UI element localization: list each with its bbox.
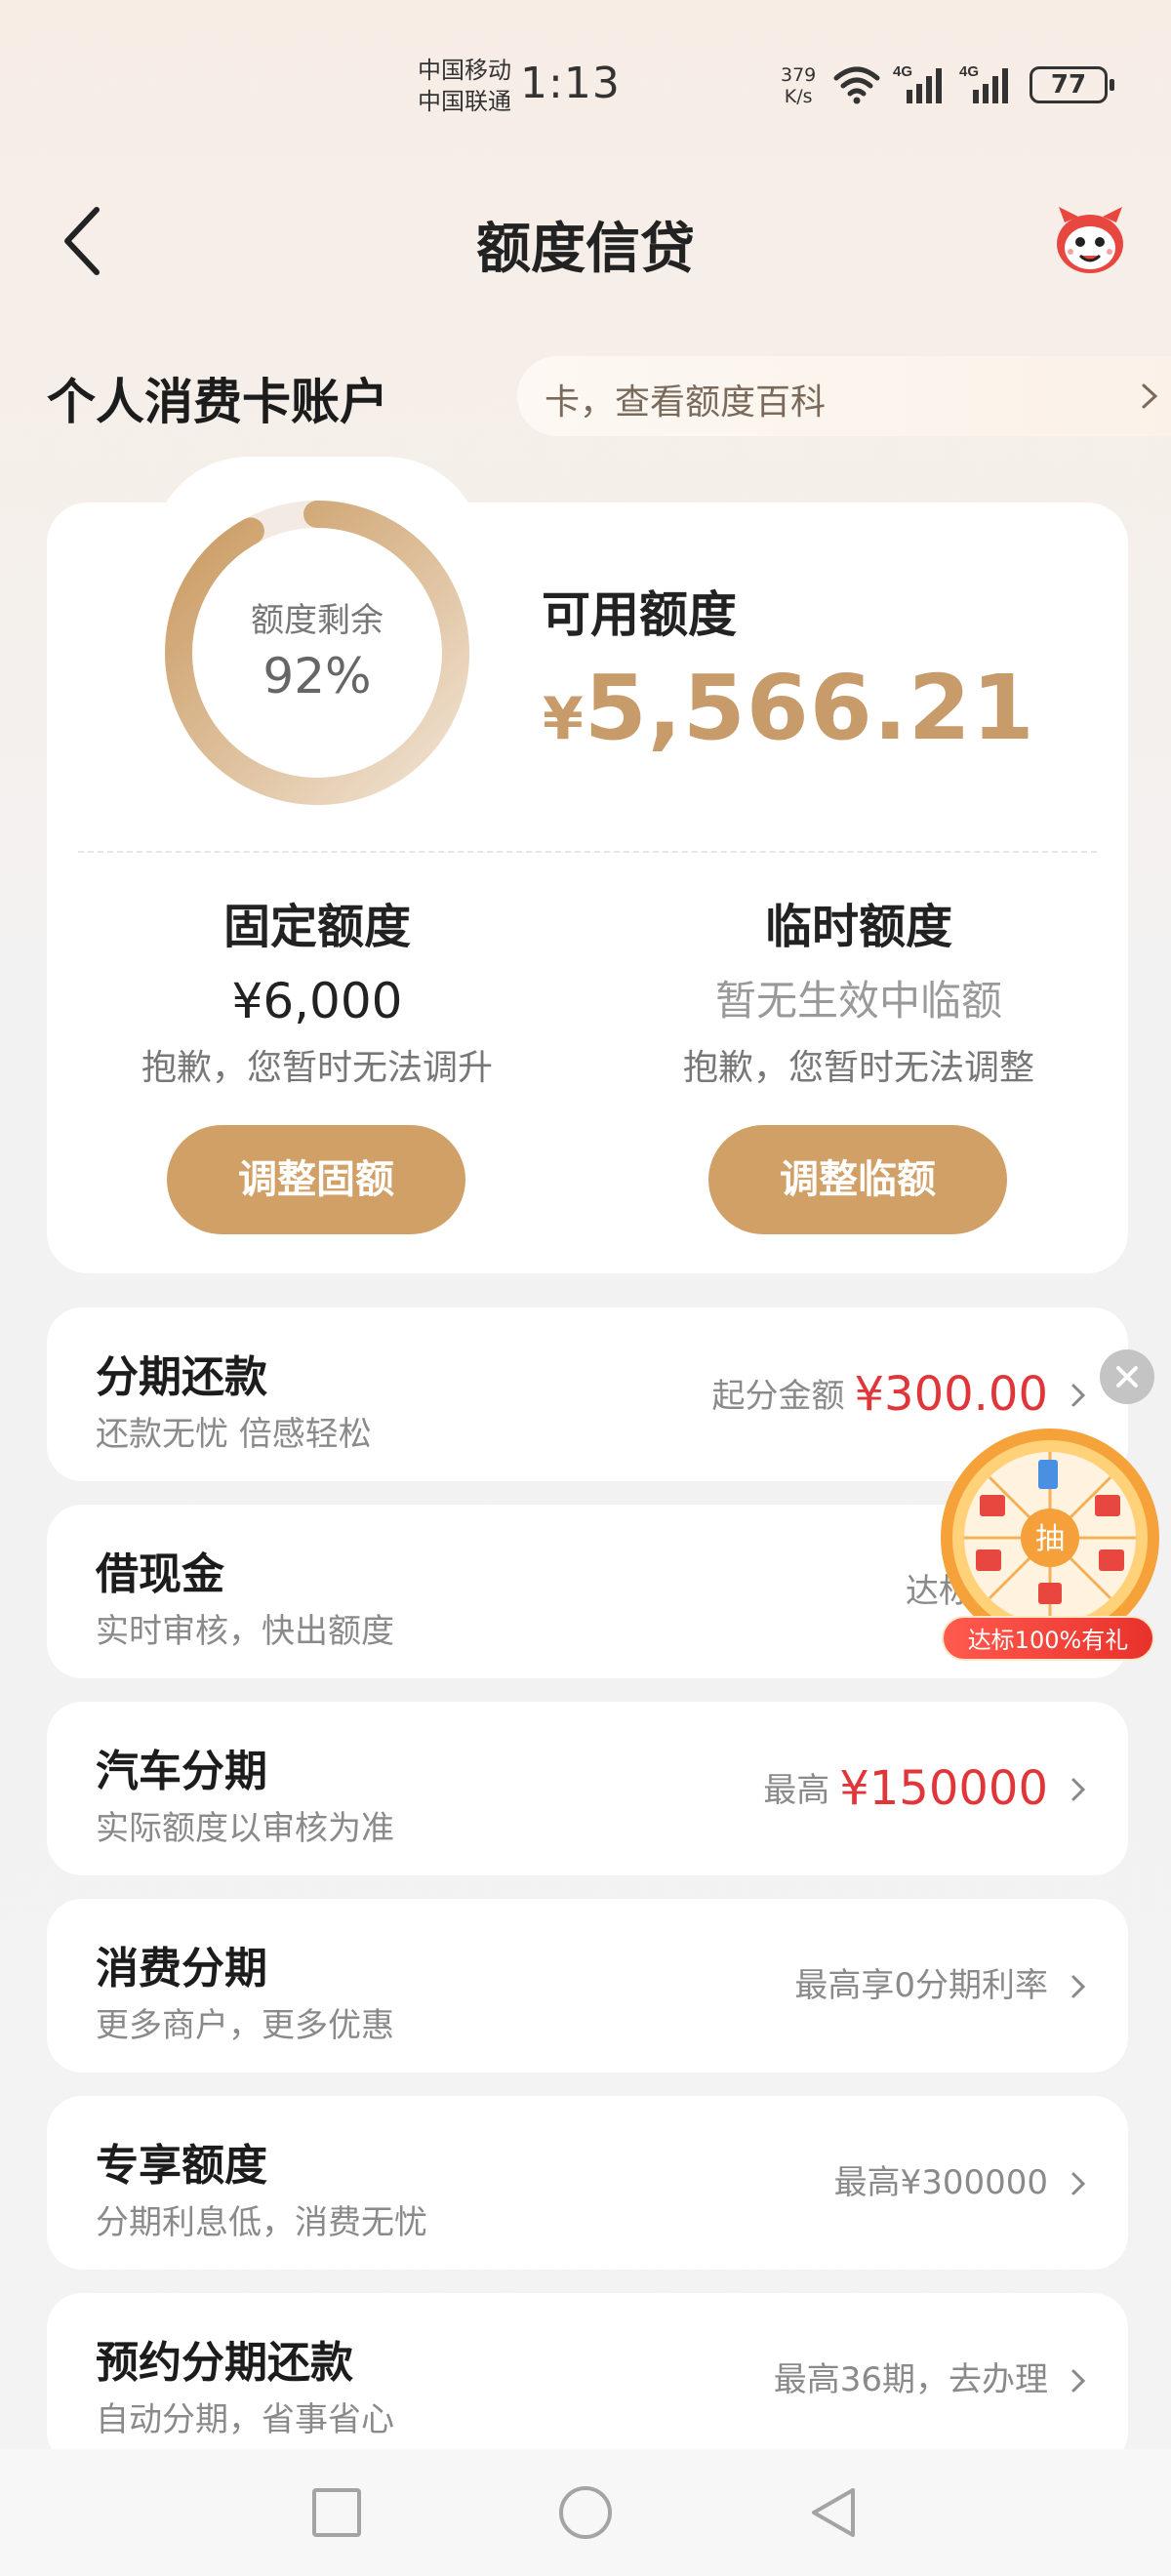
- carrier-names: 中国移动 中国联通: [418, 55, 511, 117]
- service-title: 分期还款: [96, 1352, 267, 1402]
- available-credit-label: 可用额度: [542, 586, 737, 643]
- network-speed: 379 K/s: [781, 64, 816, 107]
- service-detail: 最高 ¥150000: [763, 1702, 1048, 1875]
- available-credit-amount: ¥5,566.21: [543, 656, 1035, 760]
- chevron-right-icon: [1071, 1975, 1086, 1998]
- service-detail-text: 最高享0分期利率: [794, 1966, 1048, 2005]
- status-bar: 中国移动 中国联通 1:13 379 K/s 4G 4G 77: [0, 0, 1171, 146]
- lottery-banner[interactable]: 达标100%有礼: [942, 1616, 1154, 1661]
- service-row-car-installment[interactable]: 汽车分期 实际额度以审核为准 最高 ¥150000: [47, 1702, 1128, 1875]
- signal-1-label: 4G: [893, 63, 912, 80]
- page-title: 额度信贷: [476, 218, 695, 281]
- service-subtitle: 分期利息低，消费无忧: [96, 2203, 427, 2242]
- chevron-right-icon: [1071, 2172, 1086, 2195]
- mascot-icon[interactable]: [1049, 205, 1132, 278]
- service-detail-text: 最高: [763, 1771, 830, 1810]
- temporary-quota-section: 临时额度 暂无生效中临额 抱歉，您暂时无法调整: [605, 893, 1112, 1098]
- account-title: 个人消费卡账户: [47, 374, 388, 430]
- service-row-consumer-installment[interactable]: 消费分期 更多商户，更多优惠 最高享0分期利率: [47, 1899, 1128, 2073]
- available-amount-number: 5,566.21: [584, 656, 1035, 760]
- service-detail-text: 最高¥300000: [833, 2163, 1048, 2202]
- clock: 1:13: [520, 59, 621, 108]
- service-title: 预约分期还款: [96, 2338, 353, 2388]
- battery-indicator: 77: [1030, 66, 1114, 103]
- wifi-icon: [833, 66, 880, 104]
- adjust-fixed-quota-button[interactable]: 调整固额: [167, 1125, 465, 1234]
- service-subtitle: 自动分期，省事省心: [96, 2400, 394, 2439]
- service-detail: 最高36期，去办理: [774, 2293, 1048, 2467]
- service-subtitle: 还款无忧 倍感轻松: [96, 1415, 372, 1454]
- net-speed-unit: K/s: [784, 86, 813, 107]
- service-detail-text: 最高36期，去办理: [773, 2360, 1048, 2399]
- close-float-button[interactable]: [1100, 1349, 1154, 1404]
- back-nav-button[interactable]: [806, 2484, 861, 2541]
- quota-encyclopedia-link[interactable]: 卡，查看额度百科: [517, 356, 1171, 436]
- fixed-quota-note: 抱歉，您暂时无法调升: [141, 1048, 493, 1088]
- service-title: 消费分期: [96, 1944, 267, 1993]
- fixed-quota-title: 固定额度: [222, 900, 411, 954]
- service-row-exclusive-quota[interactable]: 专享额度 分期利息低，消费无忧 最高¥300000: [47, 2096, 1128, 2270]
- system-navigation-bar: [0, 2449, 1171, 2576]
- lottery-center-label: 抽: [1035, 1522, 1065, 1556]
- temporary-quota-status: 暂无生效中临额: [714, 977, 1002, 1025]
- carrier-1: 中国移动: [418, 57, 511, 84]
- signal-2-label: 4G: [959, 63, 979, 80]
- temporary-quota-note: 抱歉，您暂时无法调整: [682, 1048, 1034, 1088]
- service-title: 汽车分期: [96, 1747, 267, 1796]
- service-row-scheduled-installment[interactable]: 预约分期还款 自动分期，省事省心 最高36期，去办理: [47, 2293, 1128, 2467]
- service-detail-text: 起分金额: [711, 1377, 845, 1416]
- net-speed-value: 379: [781, 64, 817, 86]
- chevron-right-icon: [1071, 1384, 1086, 1407]
- adjust-temporary-quota-button[interactable]: 调整临额: [708, 1125, 1007, 1234]
- cellular-signal-icon: 4G: [959, 63, 1008, 103]
- service-subtitle: 实时审核，快出额度: [96, 1612, 394, 1651]
- service-detail: 最高享0分期利率: [794, 1899, 1048, 2073]
- ring-percent: 92%: [262, 648, 372, 704]
- service-detail-amount: ¥150000: [839, 1761, 1048, 1816]
- carrier-2: 中国联通: [418, 88, 511, 115]
- fixed-quota-section: 固定额度 ¥6,000 抱歉，您暂时无法调升: [63, 893, 571, 1098]
- chevron-right-icon: [1071, 1778, 1086, 1801]
- fixed-quota-amount: ¥6,000: [231, 973, 403, 1029]
- service-detail-amount: ¥300.00: [854, 1367, 1049, 1422]
- chevron-right-icon: [1071, 2369, 1086, 2393]
- service-detail: 最高¥300000: [834, 2096, 1048, 2270]
- encyclopedia-text: 卡，查看额度百科: [545, 382, 827, 423]
- service-subtitle: 更多商户，更多优惠: [96, 2006, 394, 2045]
- chevron-right-icon: [1142, 383, 1158, 409]
- service-title: 借现金: [96, 1550, 224, 1599]
- recent-apps-button[interactable]: [312, 2488, 361, 2537]
- service-subtitle: 实际额度以审核为准: [96, 1809, 394, 1848]
- service-title: 专享额度: [96, 2141, 267, 2191]
- temporary-quota-title: 临时额度: [764, 900, 952, 954]
- currency-symbol: ¥: [543, 685, 585, 753]
- home-button[interactable]: [559, 2486, 612, 2539]
- card-divider: [78, 851, 1097, 853]
- cellular-signal-icon: 4G: [893, 63, 942, 103]
- ring-label: 额度剩余: [251, 601, 384, 640]
